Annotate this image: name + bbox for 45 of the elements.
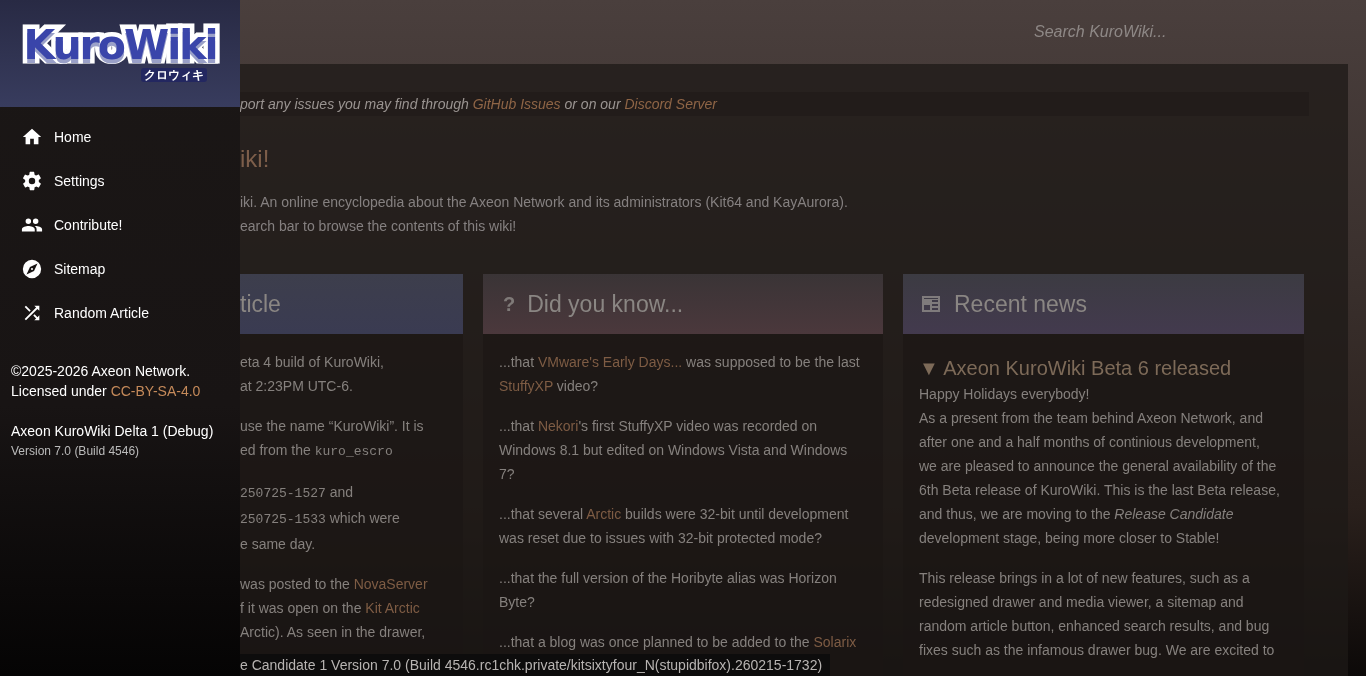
card-paragraph: Happy Holidays everybody! As a present from the team behind Axeon Network, and after one and a half months of continious development, we are pleased to announce the general availability of the 6th Beta release of KuroWiki. This is the last Beta release, and thus, we are moving to the Release Candidate development stage, being more closer to Stable! bbox=[919, 385, 1281, 548]
intro-text: iki. An online encyclopedia about the Axeon Network and its administrators (Kit64 and KayAurora). bbox=[240, 193, 849, 212]
drawer-menu-item[interactable]: Settings bbox=[0, 159, 240, 203]
card-paragraph: ...that a blog was once planned to be added to the Solarix bbox=[499, 633, 858, 652]
link[interactable]: Arctic bbox=[586, 506, 622, 522]
settings-icon bbox=[21, 170, 43, 192]
drawer-menu-item[interactable]: Sitemap bbox=[0, 247, 240, 291]
search-field[interactable]: Search KuroWiki... bbox=[1032, 22, 1246, 42]
card-paragraph: eta 4 build of KuroWiki, at 2:23PM UTC-6. bbox=[240, 353, 385, 396]
card-paragraph: ...that the full version of the Horibyte alias was Horizon Byte? bbox=[499, 569, 838, 612]
card-paragraph: use the name “KuroWiki”. It is ed from the kuro_escro bbox=[240, 417, 425, 461]
build-version: Version 7.0 (Build 4546) bbox=[11, 443, 141, 460]
link[interactable]: Kit Arctic bbox=[365, 600, 420, 616]
copyright-text: ©2025-2026 Axeon Network. bbox=[11, 362, 192, 381]
newspaper-icon bbox=[920, 294, 942, 314]
card-paragraph: This release brings in a lot of new features, such as a redesigned drawer and media viewer, a sitemap and random article button, enhanced search results, and bug fixes such as the infamous drawer bug. We are excited to bbox=[919, 569, 1276, 660]
card-paragraph: ...that Nekori's first StuffyXP video was recorded on Windows 8.1 but edited on Windows Vista and Windows 7? bbox=[499, 417, 849, 484]
card-paragraph: ...that several Arctic builds were 32-bit until development was reset due to issues with 32-bit protected mode? bbox=[499, 505, 850, 548]
link[interactable]: VMware's Early Days... bbox=[537, 354, 683, 370]
card-paragraph: was posted to the NovaServer f it was open on the Kit Arctic Arctic). As seen in the drawer, bbox=[240, 575, 429, 642]
article-heading[interactable]: ▼ Axeon KuroWiki Beta 6 released bbox=[919, 354, 1288, 382]
intro-text: earch bar to browse the contents of this wiki! bbox=[240, 217, 518, 236]
link[interactable]: NovaServer bbox=[353, 576, 428, 592]
link[interactable]: Solarix bbox=[813, 634, 857, 650]
link[interactable]: StuffyXP bbox=[499, 378, 553, 394]
drawer-menu-item[interactable]: Home bbox=[0, 115, 240, 159]
logo-subtitle: クロウィキ bbox=[140, 68, 207, 82]
card-title: ticle bbox=[240, 290, 281, 318]
link[interactable]: Discord Server bbox=[624, 96, 718, 112]
compass-icon bbox=[21, 258, 43, 280]
card-title: Recent news bbox=[954, 290, 1087, 318]
question-mark-icon: ? bbox=[503, 292, 516, 316]
drawer-menu-item[interactable]: Contribute! bbox=[0, 203, 240, 247]
notice-text: port any issues you may find through GitHub Issues or on our Discord Server bbox=[240, 96, 718, 112]
status-bar: e Candidate 1 Version 7.0 (Build 4546.rc1chk.private/kitsixtyfour_N(stupidbifox).260215-1732) bbox=[240, 654, 831, 676]
card-paragraph: 250725-1527 and 250725-1533 which were e same day. bbox=[240, 483, 401, 554]
link[interactable]: CC-BY-SA-4.0 bbox=[110, 383, 201, 399]
page-title: iki! bbox=[240, 144, 271, 174]
card-paragraph: ...that VMware's Early Days... was supposed to be the last StuffyXP video? bbox=[499, 353, 861, 396]
drawer-menu-item[interactable]: Random Article bbox=[0, 291, 240, 335]
link[interactable]: GitHub Issues bbox=[472, 96, 561, 112]
license-text: Licensed under CC-BY-SA-4.0 bbox=[11, 382, 202, 401]
link[interactable]: Nekori bbox=[537, 418, 579, 434]
card-title: Did you know... bbox=[527, 290, 684, 318]
build-name: Axeon KuroWiki Delta 1 (Debug) bbox=[11, 422, 215, 441]
